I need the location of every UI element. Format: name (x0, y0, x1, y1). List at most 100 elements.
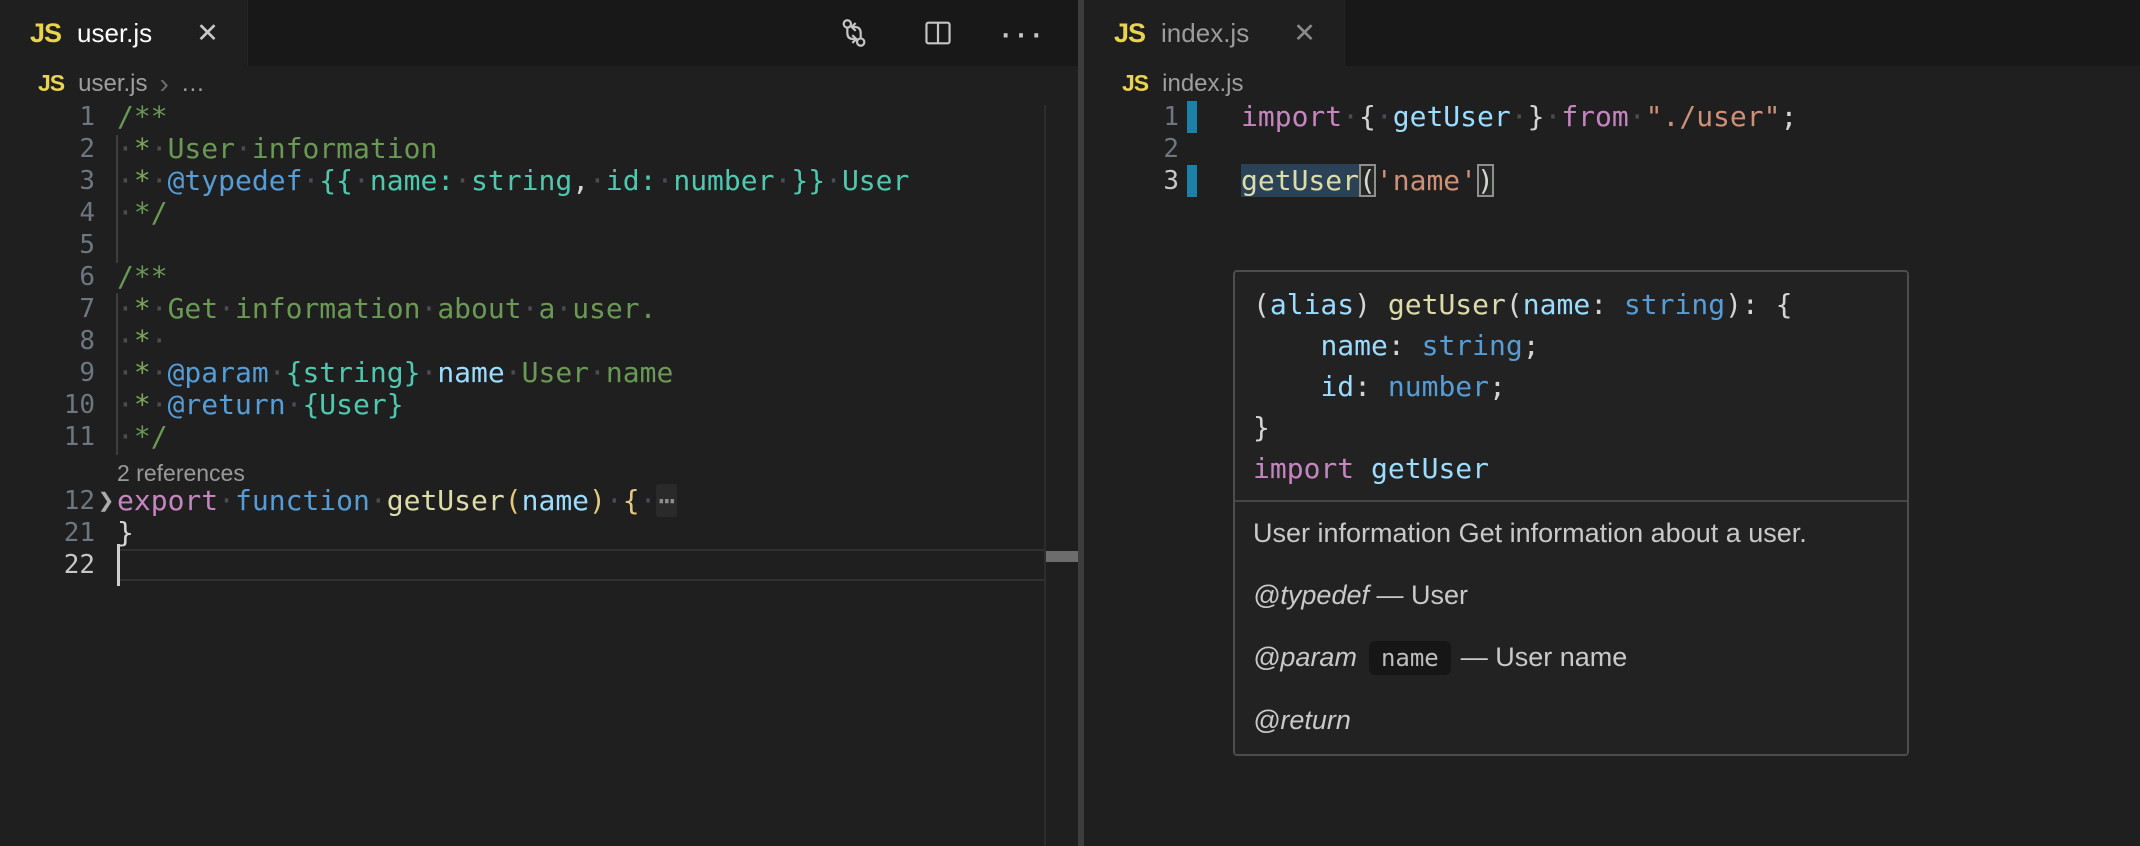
code-text (117, 229, 1045, 261)
close-icon[interactable]: ✕ (1293, 18, 1316, 49)
code-text: ·*·@return·{User} (117, 389, 1045, 421)
hover-signature-line: import getUser (1253, 448, 1889, 489)
line-number: 1 (0, 101, 95, 133)
gutter-space (95, 389, 117, 421)
line-number: 3 (1084, 165, 1179, 197)
code-line[interactable]: 21} (0, 517, 1045, 549)
gutter-modified-indicator (1187, 101, 1197, 133)
close-icon[interactable]: ✕ (196, 18, 219, 49)
breadcrumb-file[interactable]: index.js (1162, 70, 1243, 98)
tab-index-js[interactable]: JS index.js ✕ (1084, 0, 1345, 66)
line-number: 2 (0, 133, 95, 165)
code-line[interactable]: 1 /** (0, 101, 1045, 133)
code-text: ·*· (117, 325, 1045, 357)
code-line[interactable]: 10·*·@return·{User} (0, 389, 1045, 421)
split-editor-icon[interactable] (920, 15, 956, 51)
code-text: ·*·@param·{string}·name·User·name (117, 357, 1045, 389)
gutter-space (95, 165, 117, 197)
gutter-space (95, 357, 117, 389)
gutter-modified-indicator (1187, 165, 1197, 197)
code-line[interactable]: 3 getUser('name') (1084, 165, 2140, 197)
fold-chevron-icon[interactable]: ❯ (95, 485, 117, 517)
code-editor-user-js[interactable]: 1 /** 2 ·*·User·information 3 ·*·@typedef·{{·… (0, 101, 1078, 581)
code-line[interactable]: 7·*·Get·information·about·a·user. (0, 293, 1045, 325)
code-text: ·*/ (117, 421, 1045, 453)
code-text: getUser('name') (1241, 165, 1494, 197)
codelens-row[interactable]: 2 references (0, 453, 1045, 485)
codelens-references[interactable]: 2 references (117, 460, 245, 486)
gutter-space (95, 421, 117, 453)
gutter-space (95, 229, 117, 261)
code-text: ·*·User·information (117, 133, 1045, 165)
code-line[interactable]: 3 ·*·@typedef·{{·name:·string,·id:·number… (0, 165, 1045, 197)
code-line[interactable]: 5 (0, 229, 1045, 261)
javascript-icon: JS (38, 70, 64, 97)
gutter-space (95, 293, 117, 325)
code-line[interactable]: 1 import·{·getUser·}·from·"./user"; (1084, 101, 2140, 133)
code-editor-index-js[interactable]: 1 import·{·getUser·}·from·"./user"; 23 getU… (1084, 101, 2140, 197)
editor-actions: ··· (836, 0, 1040, 66)
overview-ruler-cursor-marker[interactable] (1046, 551, 1078, 562)
hover-signature-line: name: string; (1253, 325, 1889, 366)
code-line[interactable]: 12❯export·function·getUser(name)·{·⋯ (0, 485, 1045, 517)
line-number: 8 (0, 325, 95, 357)
code-line[interactable]: 2 ·*·User·information (0, 133, 1045, 165)
line-number: 12 (0, 485, 95, 517)
code-line[interactable]: 6 /** (0, 261, 1045, 293)
comment-indent-guide (116, 293, 118, 455)
hover-signature-line: id: number; (1253, 366, 1889, 407)
hover-signature-line: (alias) getUser(name: string): { (1253, 284, 1889, 325)
gutter (1187, 101, 1205, 133)
line-number: 4 (0, 197, 95, 229)
code-text: /** (117, 261, 1045, 293)
gutter-space (95, 549, 117, 581)
code-text: ·*·@typedef·{{·name:·string,·id:·number·… (117, 165, 1045, 197)
code-line[interactable]: 4·*/ (0, 197, 1045, 229)
code-text: import·{·getUser·}·from·"./user"; (1241, 101, 1797, 133)
code-line[interactable]: 8 ·*· (0, 325, 1045, 357)
javascript-icon: JS (30, 18, 61, 49)
gutter-space (95, 101, 117, 133)
open-changes-icon[interactable] (836, 15, 872, 51)
gutter-space (95, 517, 117, 549)
line-number: 21 (0, 517, 95, 549)
tab-bar-right: JS index.js ✕ (1084, 0, 2140, 66)
hover-doc-line: @return (1253, 703, 1889, 738)
scrollbar-track[interactable] (1044, 105, 1046, 846)
line-number (0, 453, 95, 485)
line-number: 1 (1084, 101, 1179, 133)
line-number: 9 (0, 357, 95, 389)
line-number: 2 (1084, 133, 1179, 165)
more-actions-icon[interactable]: ··· (1004, 15, 1040, 51)
code-line[interactable]: 11 ·*/ (0, 421, 1045, 453)
gutter-space (95, 453, 117, 485)
code-text: /** (117, 101, 1045, 133)
code-text: 2 references (117, 453, 1045, 485)
code-line[interactable]: 2 (1084, 133, 2140, 165)
code-line[interactable]: 9 ·*·@param·{string}·name·User·name (0, 357, 1045, 389)
line-number: 11 (0, 421, 95, 453)
breadcrumb-file[interactable]: user.js (78, 70, 147, 98)
tab-label: user.js (77, 18, 152, 49)
line-number: 22 (0, 549, 95, 581)
hover-code-section: (alias) getUser(name: string): { name: s… (1235, 272, 1907, 500)
javascript-icon: JS (1122, 70, 1148, 97)
gutter-space (95, 133, 117, 165)
gutter (1187, 165, 1205, 197)
tab-user-js[interactable]: JS user.js ✕ (0, 0, 248, 66)
line-number: 3 (0, 165, 95, 197)
line-number: 5 (0, 229, 95, 261)
breadcrumb: JS index.js (1084, 66, 2140, 101)
hover-docs-section: User information Get information about a… (1235, 502, 1907, 754)
code-text (117, 549, 1045, 581)
editor-group-left: JS user.js ✕ (0, 0, 1078, 846)
line-number: 6 (0, 261, 95, 293)
vscode-editor-area: JS user.js ✕ (0, 0, 2140, 846)
comment-indent-guide (116, 135, 118, 263)
breadcrumb-symbol[interactable]: … (181, 70, 205, 98)
hover-widget: (alias) getUser(name: string): { name: s… (1233, 270, 1909, 756)
gutter (1187, 133, 1205, 165)
code-line[interactable]: 22 (0, 549, 1045, 581)
breadcrumb: JS user.js › … (0, 66, 1078, 101)
tab-label: index.js (1161, 18, 1249, 49)
